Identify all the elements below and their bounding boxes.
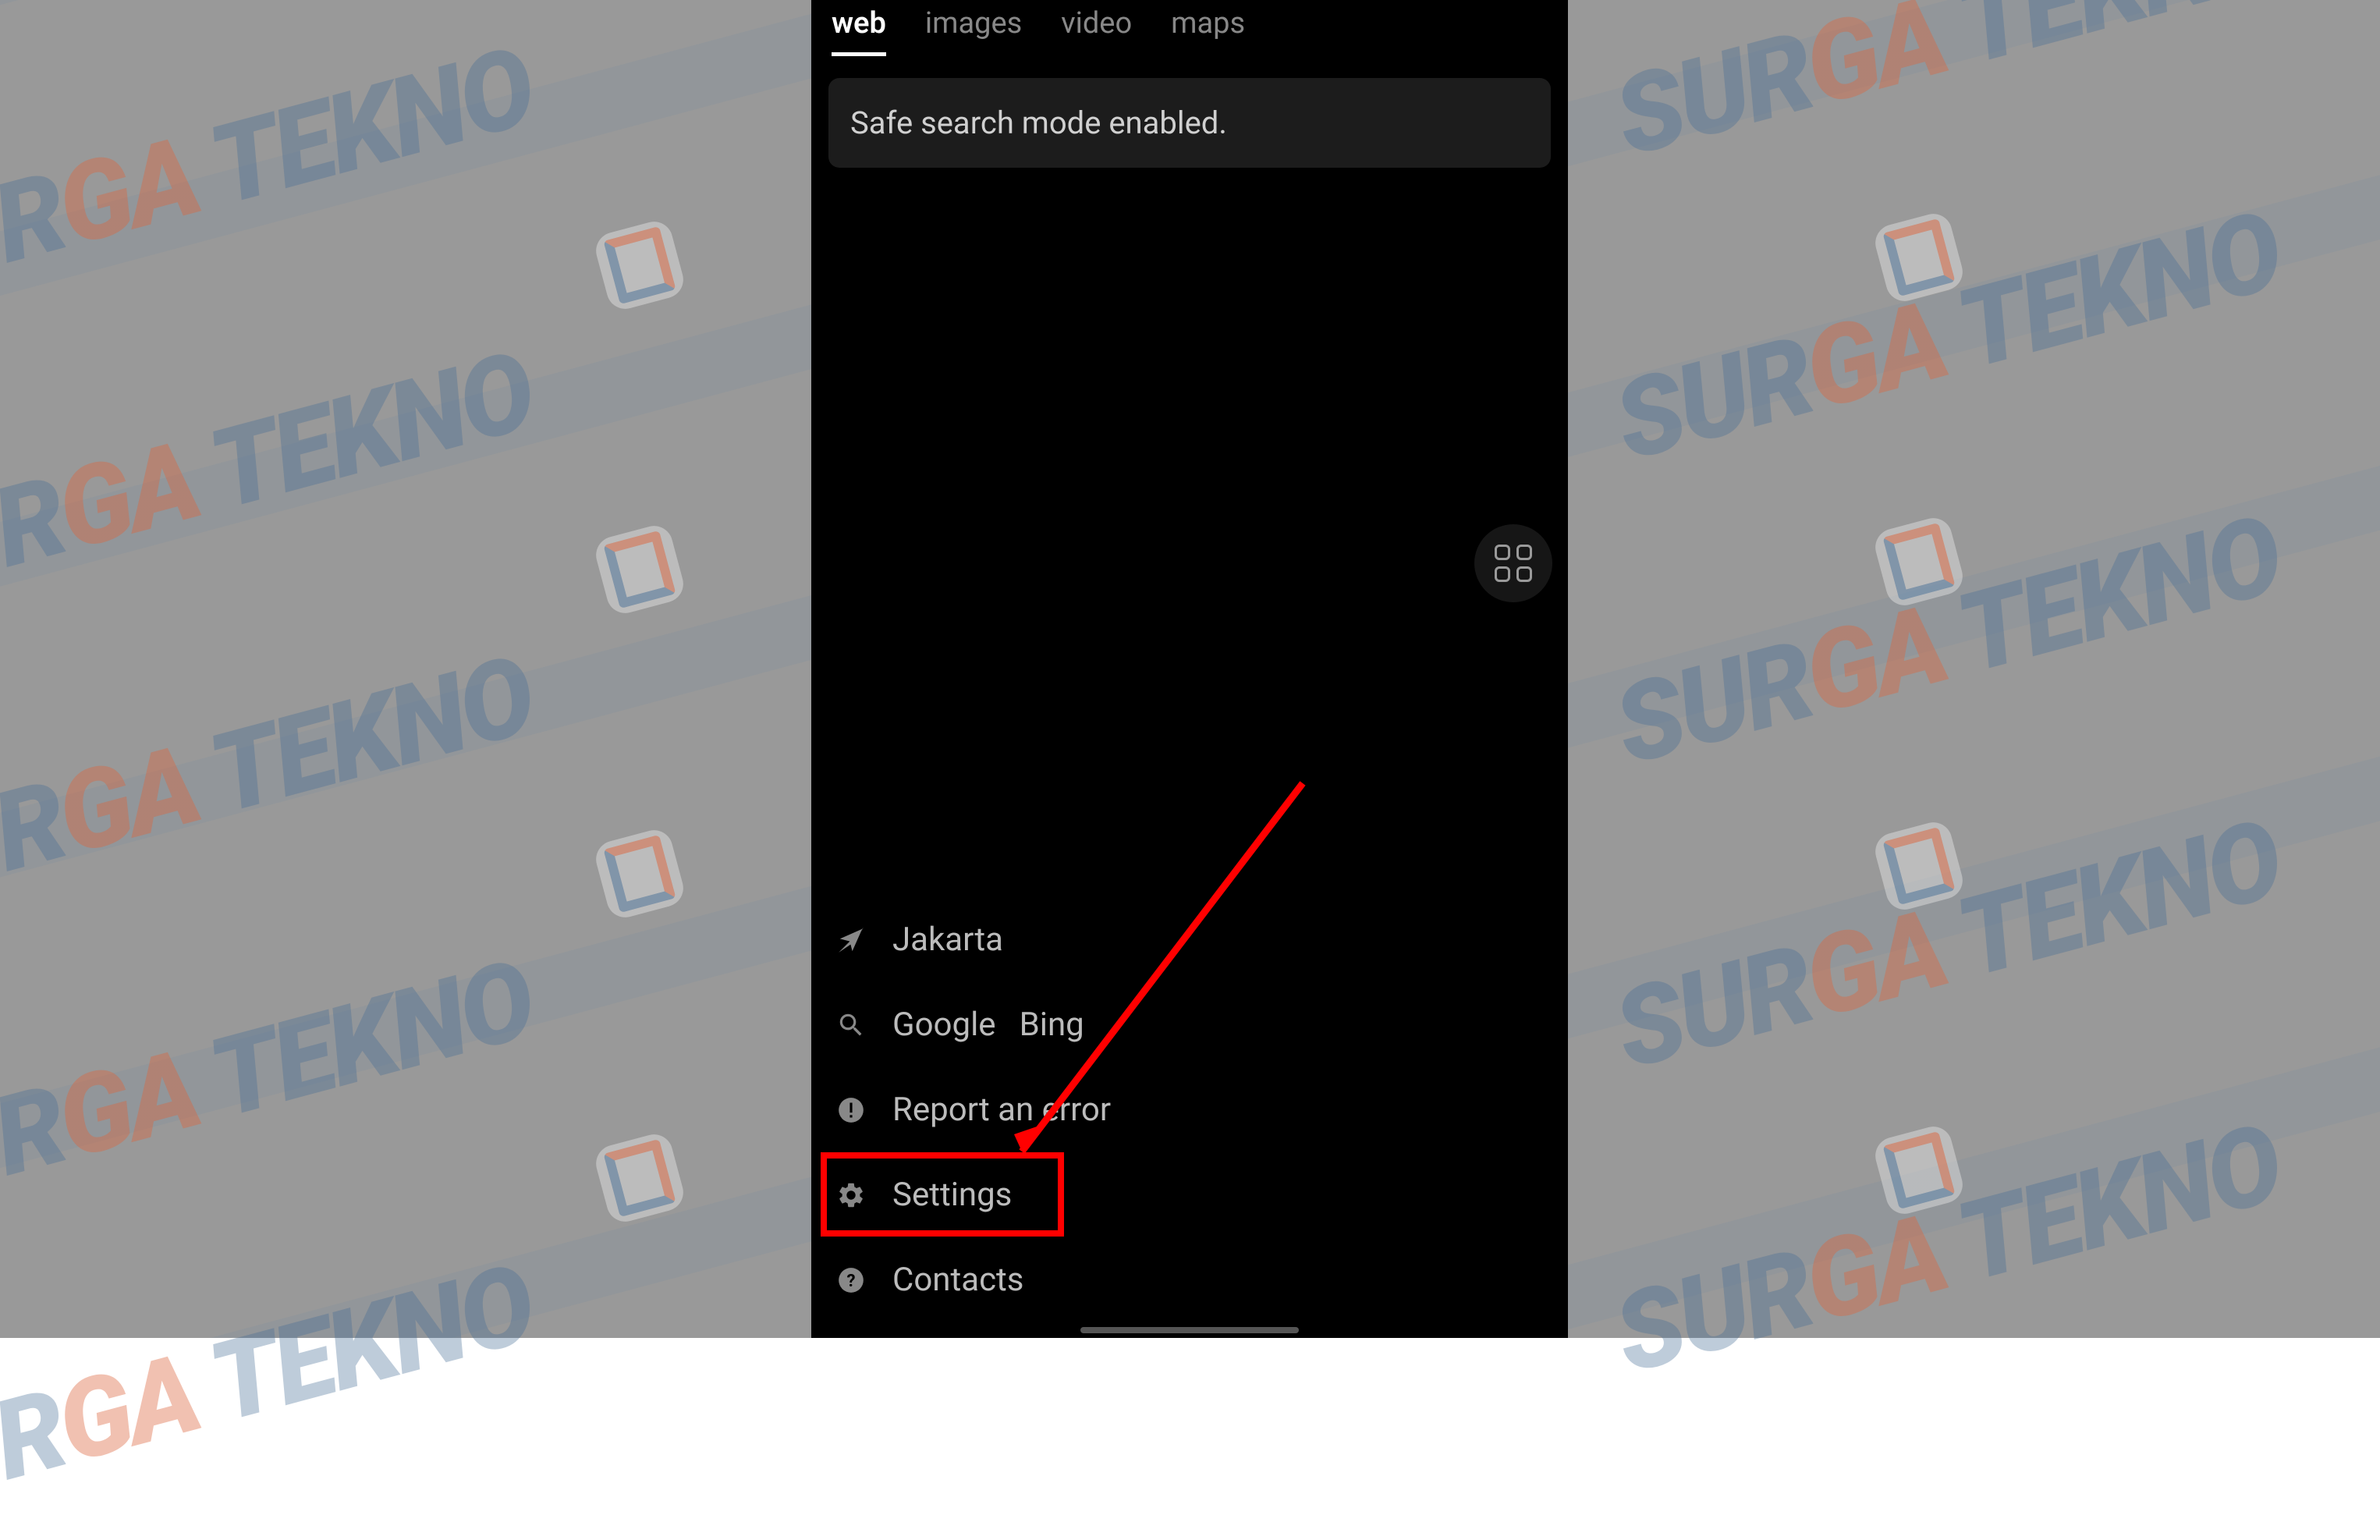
notice-text: Safe search mode enabled.: [850, 105, 1227, 141]
grid-icon: [1495, 545, 1532, 582]
footer-item-report[interactable]: Report an error: [830, 1067, 1549, 1152]
footer-item-contacts[interactable]: ? Contacts: [830, 1237, 1549, 1322]
tab-images[interactable]: images: [925, 6, 1022, 56]
footer-item-location[interactable]: Jakarta: [830, 897, 1549, 982]
tab-maps[interactable]: maps: [1171, 6, 1245, 56]
footer-location-label: Jakarta: [892, 921, 1003, 959]
footer-settings-label: Settings: [892, 1176, 1012, 1214]
search-tabs: web images video maps: [811, 0, 1568, 56]
alert-icon: [836, 1095, 866, 1125]
footer-contacts-label: Contacts: [892, 1261, 1023, 1299]
footer-menu: Jakarta Google Bing Report an error Sett…: [830, 897, 1549, 1322]
search-engine-google[interactable]: Google: [892, 1006, 996, 1044]
tab-video[interactable]: video: [1061, 6, 1132, 56]
gear-icon: [836, 1180, 866, 1210]
phone-screen: web images video maps Safe search mode e…: [811, 0, 1568, 1338]
search-icon: [836, 1010, 866, 1040]
footer-report-label: Report an error: [892, 1091, 1111, 1129]
apps-grid-button[interactable]: [1474, 524, 1552, 602]
svg-text:?: ?: [846, 1270, 855, 1290]
help-icon: ?: [836, 1265, 866, 1295]
search-engine-bing[interactable]: Bing: [1020, 1006, 1084, 1044]
footer-item-search-engines[interactable]: Google Bing: [830, 982, 1549, 1067]
home-indicator[interactable]: [1080, 1327, 1299, 1333]
location-icon: [836, 925, 866, 955]
footer-item-settings[interactable]: Settings: [830, 1152, 1549, 1237]
safe-search-notice: Safe search mode enabled.: [828, 78, 1551, 168]
tab-web[interactable]: web: [832, 6, 886, 56]
